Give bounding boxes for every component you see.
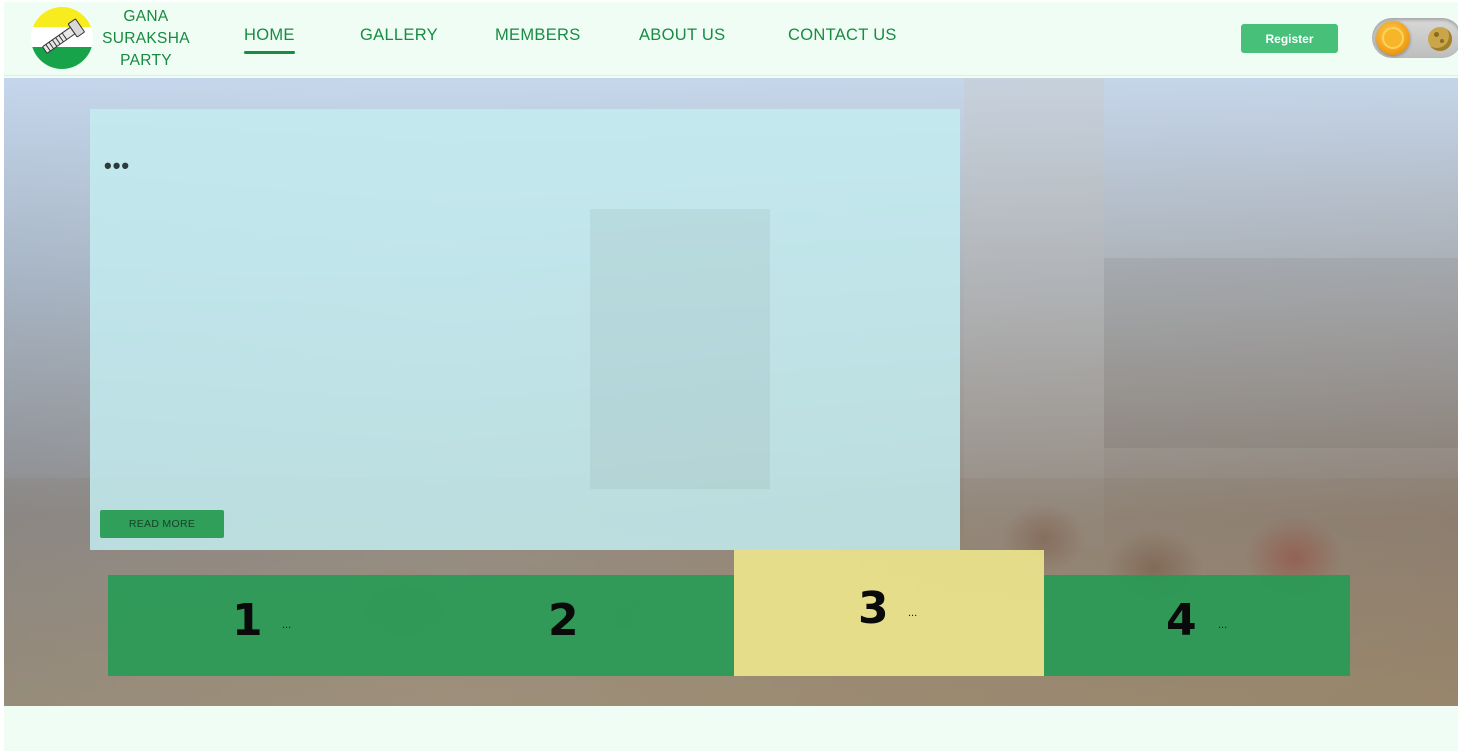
slide-tab-number: 2 [548, 595, 579, 646]
brand-line-3: PARTY [120, 52, 172, 69]
brand-line-2: SURAKSHA [102, 30, 190, 47]
slide-tab-number: 3 [858, 583, 889, 634]
read-more-button[interactable]: READ MORE [100, 510, 224, 538]
nav-members[interactable]: MEMBERS [495, 26, 581, 45]
slide-tab-text: ... [1218, 619, 1228, 631]
brand-name[interactable]: GANA SURAKSHA PARTY [96, 6, 196, 72]
slide-tab-number: 1 [232, 595, 263, 646]
moon-icon [1428, 27, 1452, 51]
slide-tab-number: 4 [1166, 595, 1197, 646]
slide-image-overlay [590, 209, 770, 489]
slide-tab-text: ... [282, 619, 292, 631]
nav-gallery[interactable]: GALLERY [360, 26, 438, 45]
slide-tab-text: ... [908, 607, 918, 619]
nav-contact-us[interactable]: CONTACT US [788, 26, 897, 45]
slide-tab-2[interactable]: 2 [420, 575, 734, 676]
slide-tab-4[interactable]: 4 ... [1044, 575, 1350, 676]
site-header: GANA SURAKSHA PARTY HOME GALLERY MEMBERS… [4, 2, 1458, 76]
sun-icon [1376, 21, 1410, 55]
slide-tab-3[interactable]: 3 ... [734, 550, 1044, 676]
bolt-flag-logo-icon [42, 18, 85, 54]
slide-card: ••• READ MORE [90, 109, 960, 550]
nav-home[interactable]: HOME [244, 26, 295, 54]
page: GANA SURAKSHA PARTY HOME GALLERY MEMBERS… [4, 2, 1458, 751]
hero-carousel: ••• READ MORE 1 ... 2 3 ... 4 ... [4, 78, 1458, 706]
slide-tab-1[interactable]: 1 ... [108, 575, 420, 676]
register-button[interactable]: Register [1241, 24, 1338, 53]
slide-tabs: 1 ... 2 3 ... 4 ... [108, 550, 1350, 676]
slide-title: ••• [104, 153, 131, 178]
brand-line-1: GANA [123, 8, 169, 25]
theme-toggle[interactable] [1372, 18, 1458, 58]
hero-bg-building [1104, 258, 1458, 448]
party-logo[interactable] [31, 7, 93, 69]
nav-about-us[interactable]: ABOUT US [639, 26, 725, 45]
